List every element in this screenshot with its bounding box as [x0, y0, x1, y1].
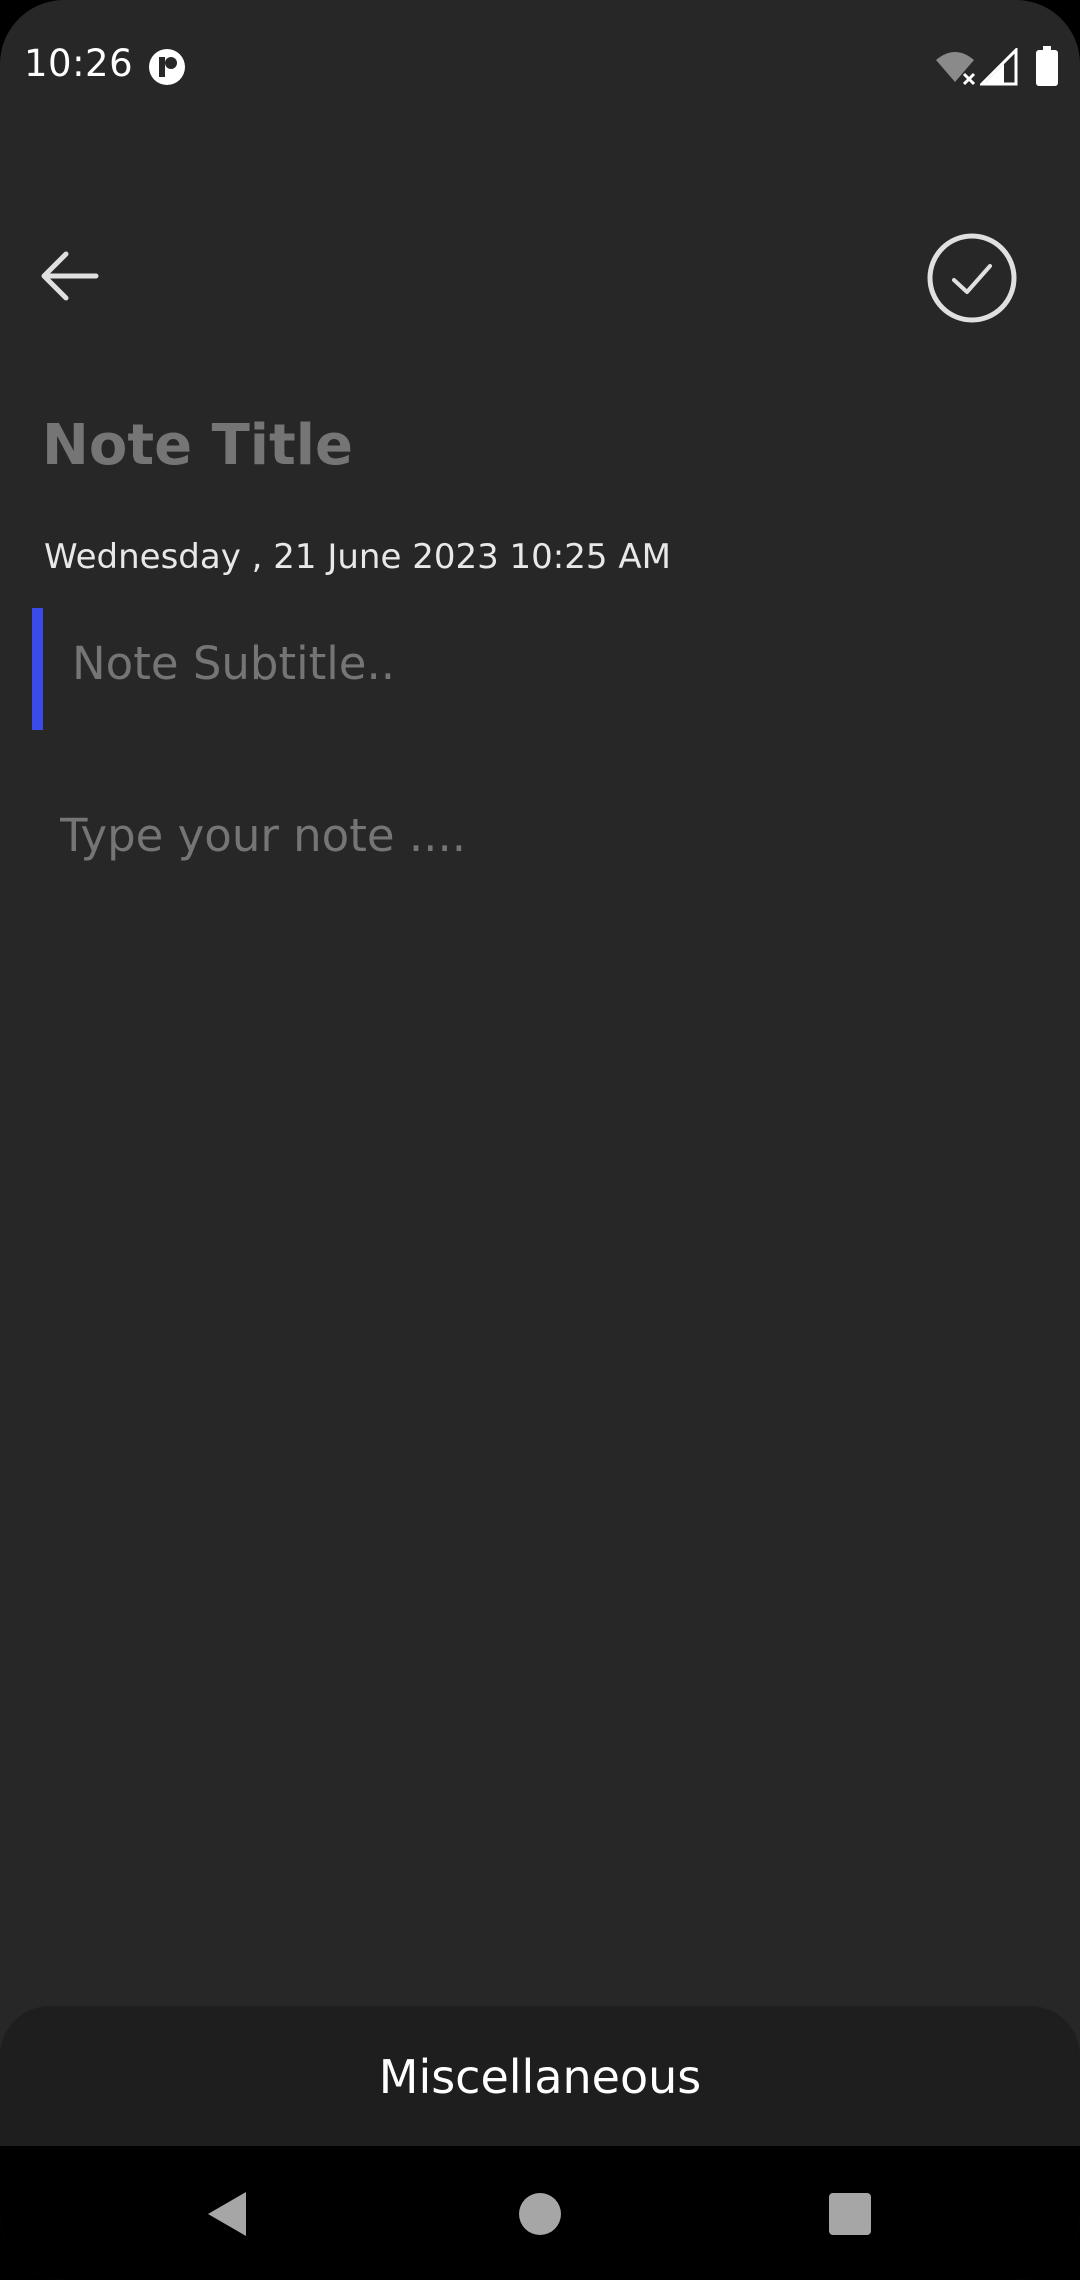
- nav-recents-icon[interactable]: [828, 2192, 872, 2236]
- nav-back-icon[interactable]: [204, 2190, 248, 2238]
- note-subtitle-input[interactable]: [70, 636, 1034, 691]
- note-title-input[interactable]: [40, 412, 1044, 479]
- back-button[interactable]: [34, 238, 110, 314]
- note-editor-screen: 10:26 Wednesday , 21 June 2023 10:25 AM: [0, 0, 1080, 2280]
- category-sheet[interactable]: Miscellaneous: [0, 2006, 1080, 2156]
- wifi-off-icon: [936, 52, 976, 86]
- save-button[interactable]: [926, 232, 1018, 324]
- navigation-bar: [0, 2146, 1080, 2280]
- note-body-input[interactable]: [58, 808, 1042, 863]
- category-label: Miscellaneous: [378, 2050, 702, 2104]
- status-time: 10:26: [24, 42, 134, 85]
- nav-home-icon[interactable]: [518, 2192, 562, 2236]
- cell-signal-icon: [980, 48, 1018, 86]
- status-bar: 10:26: [0, 0, 1080, 140]
- app-notification-icon: [149, 49, 185, 85]
- battery-icon: [1036, 46, 1058, 86]
- note-date: Wednesday , 21 June 2023 10:25 AM: [44, 537, 671, 577]
- subtitle-indicator: [32, 608, 43, 730]
